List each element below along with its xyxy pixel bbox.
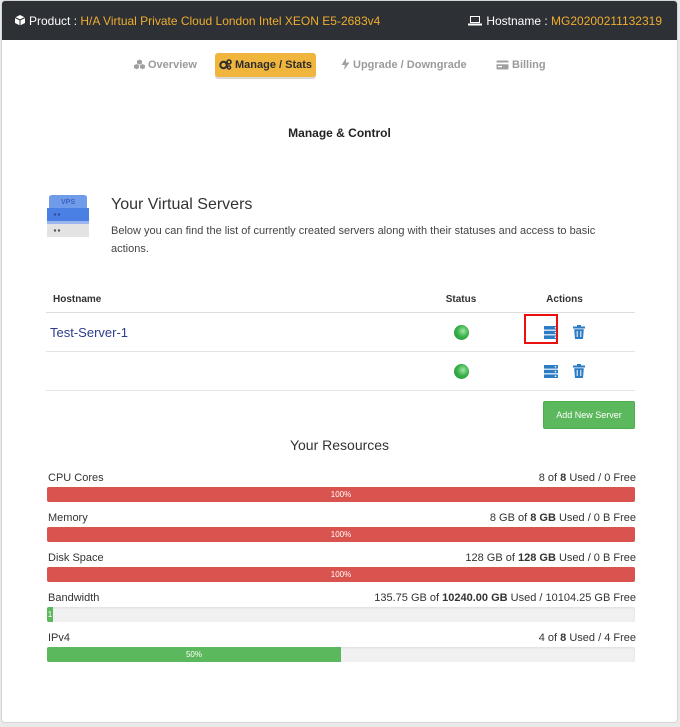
laptop-icon <box>468 16 483 26</box>
bolt-icon <box>341 58 350 70</box>
resource-of: of <box>514 512 531 524</box>
product-info: Product : H/A Virtual Private Cloud Lond… <box>14 14 380 28</box>
resource-of: of <box>502 552 518 564</box>
resource-label: CPU Cores <box>48 472 104 484</box>
status-online-icon <box>453 324 469 340</box>
resource-of: of <box>544 632 561 644</box>
add-new-server-button[interactable]: Add New Server <box>543 401 635 429</box>
tab-manage-stats[interactable]: Manage / Stats <box>215 53 317 77</box>
trash-icon[interactable] <box>572 325 585 339</box>
product-card: Product : H/A Virtual Private Cloud Lond… <box>1 0 678 723</box>
resource-used: 135.75 GB <box>374 592 427 604</box>
resource-total: 128 GB <box>517 552 556 564</box>
virtual-servers-title: Your Virtual Servers <box>111 196 253 213</box>
table-row <box>46 351 635 391</box>
manage-server-button[interactable] <box>538 364 564 378</box>
resource-suffix: Used / 4 Free <box>566 632 636 644</box>
progress-bar: 100% <box>47 567 635 582</box>
resource-used: 128 GB <box>465 552 503 564</box>
progress-bar: 100% <box>47 487 635 502</box>
server-hostname-link[interactable]: Test-Server-1 <box>46 312 428 352</box>
actions-cell <box>494 312 635 352</box>
progress-bar: 1 <box>47 607 635 622</box>
resource-of: of <box>544 472 561 484</box>
card-icon <box>496 60 509 70</box>
tab-overview[interactable]: Overview <box>134 53 197 77</box>
tab-upgrade-downgrade[interactable]: Upgrade / Downgrade <box>341 53 467 77</box>
resource-suffix: Used / 10104.25 GB Free <box>507 592 636 604</box>
actions-cell <box>494 351 635 391</box>
resource-usage: 128 GB of 128 GB Used / 0 B Free <box>465 552 636 564</box>
column-hostname: Hostname <box>46 287 428 313</box>
resource-label: Memory <box>48 512 88 524</box>
resource-suffix: Used / 0 B Free <box>555 512 636 524</box>
tab-billing[interactable]: Billing <box>496 53 546 77</box>
cubes-icon <box>134 59 145 70</box>
status-cell <box>428 312 494 352</box>
tab-overview-label: Overview <box>148 59 197 71</box>
hostname-value: MG20200211132319 <box>551 14 662 28</box>
cube-icon <box>14 15 26 26</box>
column-status: Status <box>428 287 494 313</box>
progress-fill: 100% <box>47 527 635 542</box>
tab-manage-stats-label: Manage / Stats <box>235 59 313 71</box>
table-row: Test-Server-1 <box>46 312 635 352</box>
column-actions: Actions <box>494 287 635 313</box>
server-hostname-link[interactable] <box>46 351 428 391</box>
resource-of: of <box>426 592 443 604</box>
resource-total: 8 GB <box>530 512 556 524</box>
hostname-info: Hostname : MG20200211132319 <box>468 14 662 28</box>
progress-bar: 100% <box>47 527 635 542</box>
resource-usage: 8 of 8 Used / 0 Free <box>539 472 636 484</box>
manage-server-button[interactable] <box>524 313 564 344</box>
progress-fill: 50% <box>47 647 341 662</box>
virtual-servers-description: Below you can find the list of currently… <box>111 225 596 255</box>
vps-server-icon: VPS <box>46 194 90 243</box>
vps-icon-text: VPS <box>61 199 75 206</box>
resource-label: Disk Space <box>48 552 104 564</box>
resource-label: Bandwidth <box>48 592 100 604</box>
progress-fill: 1 <box>47 607 53 622</box>
highlight-box <box>524 313 559 344</box>
server-table: Hostname Status Actions Test-Server-1 <box>46 287 635 391</box>
tab-bar: Overview Manage / Stats Upgrade / Downgr… <box>2 53 677 79</box>
status-online-icon <box>453 363 469 379</box>
cogs-icon <box>219 59 232 70</box>
status-cell <box>428 351 494 391</box>
resource-usage: 135.75 GB of 10240.00 GB Used / 10104.25… <box>374 592 636 604</box>
tab-billing-label: Billing <box>512 59 546 71</box>
trash-icon[interactable] <box>572 364 585 378</box>
resources-title: Your Resources <box>289 437 390 453</box>
section-title: Manage & Control <box>288 126 391 140</box>
resource-total: 10240.00 GB <box>442 592 508 604</box>
resource-suffix: Used / 0 B Free <box>555 552 636 564</box>
product-label: Product : <box>29 14 81 28</box>
resource-suffix: Used / 0 Free <box>566 472 636 484</box>
resource-label: IPv4 <box>48 632 71 644</box>
product-header-bar: Product : H/A Virtual Private Cloud Lond… <box>2 1 677 40</box>
table-header-row: Hostname Status Actions <box>46 287 635 313</box>
resource-usage: 8 GB of 8 GB Used / 0 B Free <box>490 512 636 524</box>
product-name: H/A Virtual Private Cloud London Intel X… <box>80 14 381 28</box>
resource-usage: 4 of 8 Used / 4 Free <box>539 632 636 644</box>
tab-upgrade-downgrade-label: Upgrade / Downgrade <box>353 59 467 71</box>
progress-fill: 100% <box>47 487 635 502</box>
server-list-icon <box>544 364 559 378</box>
progress-fill: 100% <box>47 567 635 582</box>
hostname-label: Hostname : <box>486 14 552 28</box>
progress-bar: 50% <box>47 647 635 662</box>
resource-used: 8 GB <box>489 512 515 524</box>
